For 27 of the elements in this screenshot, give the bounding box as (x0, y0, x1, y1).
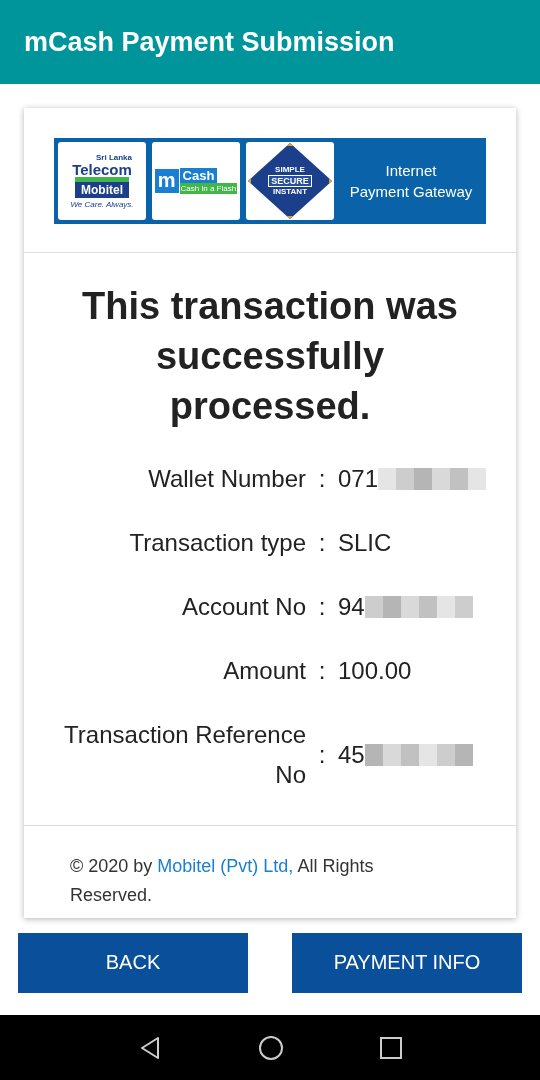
success-heading: This transaction was successfully processed. (81, 284, 459, 429)
copyright-text: © 2020 by Mobitel (Pvt) Ltd, All Rights Reserved. (70, 855, 375, 907)
telecom-logo: Sri Lanka Telecom Mobitel We Care. Always. (58, 142, 146, 220)
recents-icon[interactable] (380, 1036, 402, 1059)
detail-value: 94 (338, 593, 365, 621)
detail-label: Transaction Reference No (63, 720, 306, 790)
action-button[interactable]: PAYMENT INFO (292, 932, 522, 993)
detail-label: Account No (180, 592, 306, 622)
detail-value: 100.00 (338, 657, 412, 685)
separator: : (317, 741, 327, 769)
company-link[interactable]: Mobitel (Pvt) Ltd, (157, 856, 294, 876)
detail-value: 45 (338, 741, 365, 769)
secure-badge: SIMPLE SECURE INSTANT (246, 142, 334, 220)
detail-value: SLIC (338, 529, 392, 557)
detail-label: Transaction type (128, 528, 306, 558)
detail-value: 071 (338, 465, 379, 493)
app-title: mCash Payment Submission (24, 26, 395, 58)
detail-label: Amount (222, 656, 306, 686)
separator: : (317, 465, 327, 493)
back-icon[interactable] (138, 1035, 162, 1060)
home-icon[interactable] (258, 1034, 284, 1061)
detail-label: Wallet Number (147, 464, 306, 494)
separator: : (317, 657, 327, 685)
action-button[interactable]: BACK (18, 932, 248, 993)
banner-caption: Internet Payment Gateway (348, 161, 474, 202)
separator: : (317, 529, 327, 557)
separator: : (317, 593, 327, 621)
